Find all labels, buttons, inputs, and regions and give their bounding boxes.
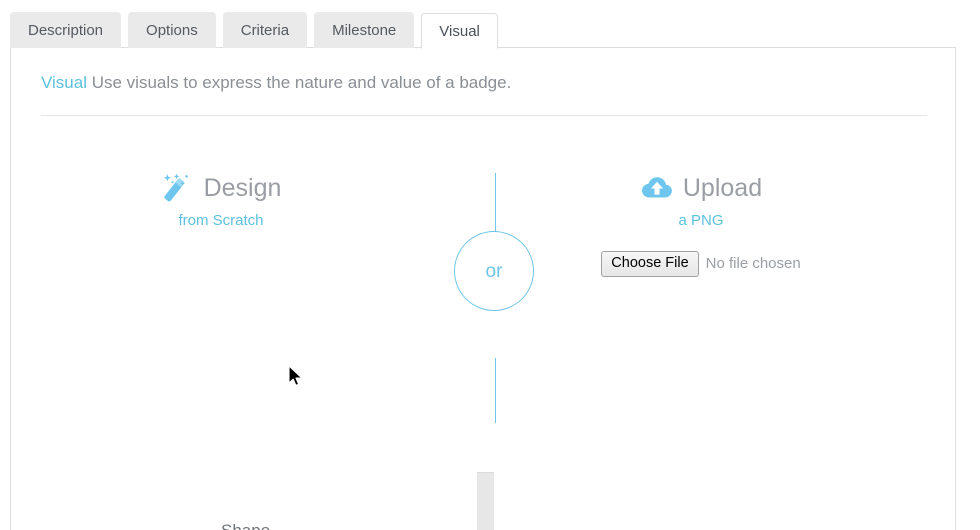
magic-wand-icon (161, 173, 195, 203)
choose-file-button[interactable]: Choose File (601, 251, 699, 277)
shape-and-icon-section: Shape Icon View (11, 418, 957, 530)
design-option-title: Design (203, 173, 282, 202)
upload-option-title: Upload (682, 173, 763, 202)
tab-options[interactable]: Options (128, 12, 216, 48)
or-divider-label: or (454, 231, 534, 311)
or-divider-line-bottom (495, 358, 496, 423)
tab-bar: Description Options Criteria Milestone V… (10, 11, 498, 49)
page-title: Visual Use visuals to express the nature… (41, 74, 511, 91)
visual-tab-screen: Description Options Criteria Milestone V… (0, 0, 980, 530)
file-input-row: Choose File No file chosen (551, 251, 851, 277)
heading-divider (41, 115, 927, 116)
upload-option-header[interactable]: Upload (551, 168, 851, 208)
page-title-accent: Visual (41, 73, 87, 92)
or-divider-line-top (495, 173, 496, 238)
section-vertical-divider (477, 472, 494, 530)
upload-option-subtitle[interactable]: a PNG (551, 213, 851, 228)
tab-content-panel: Visual Use visuals to express the nature… (10, 47, 956, 530)
tab-visual[interactable]: Visual (421, 13, 498, 49)
tab-description[interactable]: Description (10, 12, 122, 48)
file-chosen-status: No file chosen (705, 255, 801, 273)
shape-section-label: Shape (221, 522, 270, 530)
design-option-subtitle[interactable]: from Scratch (71, 213, 371, 228)
design-from-scratch-option[interactable]: Design from Scratch (71, 168, 371, 228)
or-divider: or (454, 173, 538, 423)
tab-criteria[interactable]: Criteria (222, 12, 308, 48)
tab-milestone[interactable]: Milestone (314, 12, 415, 48)
upload-png-option[interactable]: Upload a PNG Choose File No file chosen (551, 168, 851, 277)
cloud-upload-icon (640, 173, 674, 203)
page-title-description: Use visuals to express the nature and va… (87, 73, 512, 92)
design-option-header[interactable]: Design (71, 168, 371, 208)
